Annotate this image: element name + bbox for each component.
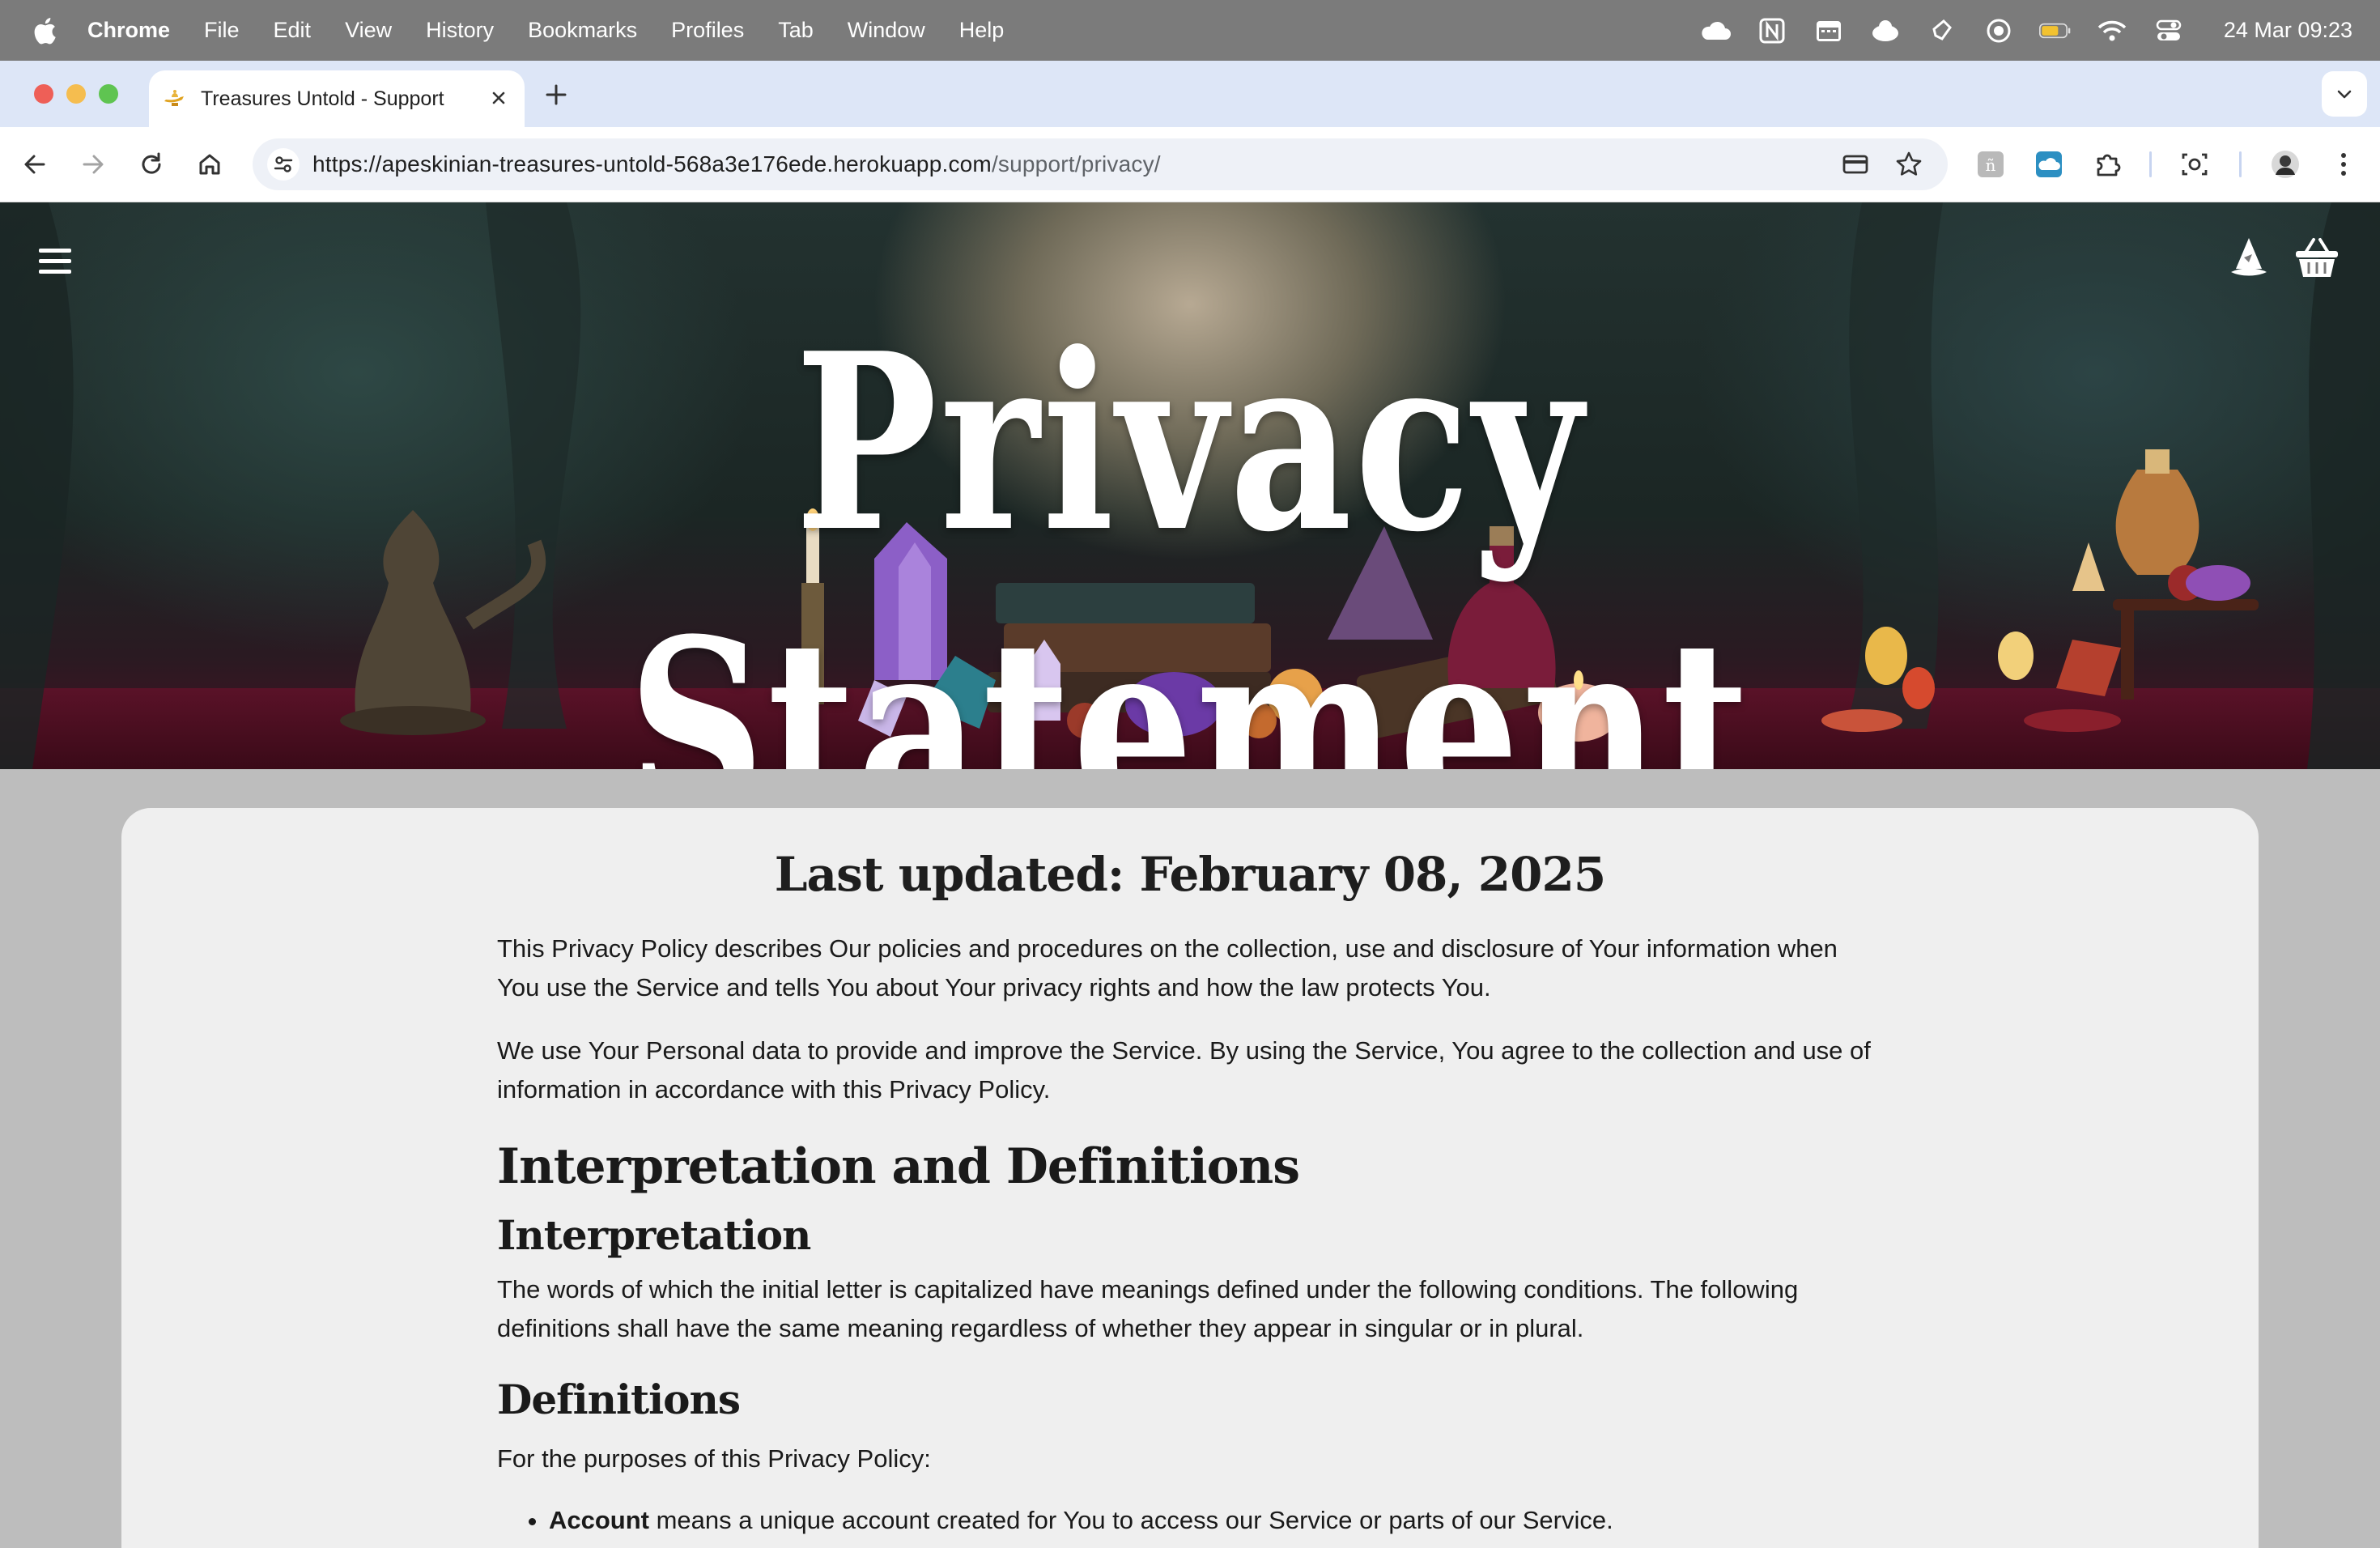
cloud-sync-icon[interactable]: [1869, 17, 1902, 45]
menu-profiles[interactable]: Profiles: [671, 18, 744, 43]
tab-treasures-untold[interactable]: Treasures Untold - Support: [149, 70, 525, 127]
menu-bookmarks[interactable]: Bookmarks: [528, 18, 637, 43]
bookmark-star-icon[interactable]: [1893, 148, 1925, 181]
notion-icon[interactable]: [1756, 17, 1788, 45]
list-item: Account means a unique account created f…: [549, 1501, 1883, 1540]
reload-icon[interactable]: [136, 149, 167, 180]
site-info-icon[interactable]: [267, 148, 300, 181]
url-text[interactable]: https://apeskinian-treasures-untold-568a…: [312, 151, 1161, 177]
interpretation-heading: Interpretation: [497, 1211, 811, 1259]
home-icon[interactable]: [194, 149, 225, 180]
interpretation-definitions-heading: Interpretation and Definitions: [497, 1138, 1300, 1195]
address-bar[interactable]: https://apeskinian-treasures-untold-568a…: [253, 138, 1948, 190]
lamp-favicon-icon: [164, 90, 184, 106]
wifi-icon[interactable]: [2096, 17, 2128, 45]
apple-icon[interactable]: [32, 17, 57, 45]
menu-clock[interactable]: 24 Mar 09:23: [2224, 18, 2352, 43]
hand-icon[interactable]: [1926, 17, 1958, 45]
privacy-content-card: Last updated: February 08, 2025 This Pri…: [121, 808, 2259, 1548]
focus-icon[interactable]: [1983, 17, 2015, 45]
svg-text:ñ: ñ: [1986, 155, 1996, 175]
screenshot-lens-icon[interactable]: [2179, 149, 2210, 180]
tab-title: Treasures Untold - Support: [201, 87, 444, 110]
privacy-content: Last updated: February 08, 2025 This Pri…: [497, 808, 1883, 1540]
calendar-icon[interactable]: [1813, 17, 1845, 45]
window-minimize-button[interactable]: [66, 84, 86, 104]
browser-tab-strip: Treasures Untold - Support: [0, 61, 2380, 127]
toolbar-separator: [2149, 151, 2152, 177]
profile-avatar[interactable]: [2270, 149, 2301, 180]
battery-icon: [2038, 17, 2072, 45]
intro-paragraph-2: We use Your Personal data to provide and…: [497, 1036, 1871, 1104]
extensions-puzzle-icon[interactable]: [2092, 149, 2123, 180]
shopping-basket-icon[interactable]: [2294, 236, 2340, 279]
hero-title: Privacy Statement: [627, 300, 1753, 769]
menu-file[interactable]: File: [204, 18, 240, 43]
forward-arrow-icon[interactable]: [78, 149, 108, 180]
new-tab-icon[interactable]: [542, 81, 570, 108]
url-path: /support/privacy/: [991, 151, 1161, 176]
intro-paragraph-1: This Privacy Policy describes Our polici…: [497, 934, 1838, 1002]
interpretation-paragraph: The words of which the initial letter is…: [497, 1275, 1799, 1342]
browser-toolbar: https://apeskinian-treasures-untold-568a…: [0, 127, 2380, 202]
window-close-button[interactable]: [34, 84, 53, 104]
hero-banner: Privacy Statement: [0, 202, 2380, 769]
control-center-icon[interactable]: [2153, 17, 2185, 45]
tab-search-button[interactable]: [2322, 71, 2367, 117]
extension-grey-icon[interactable]: ñ: [1975, 149, 2006, 180]
definitions-intro: For the purposes of this Privacy Policy:: [497, 1444, 931, 1473]
menu-app-name[interactable]: Chrome: [87, 18, 170, 43]
url-host: https://apeskinian-treasures-untold-568a…: [312, 151, 992, 176]
menu-history[interactable]: History: [426, 18, 494, 43]
extension-cloud-icon[interactable]: [2034, 149, 2064, 180]
hamburger-menu-icon[interactable]: [37, 245, 73, 278]
wizard-hat-icon[interactable]: [2228, 236, 2270, 279]
cloud-icon[interactable]: [1699, 17, 1732, 45]
macos-menu-bar: Chrome File Edit View History Bookmarks …: [0, 0, 2380, 61]
tab-close-icon[interactable]: [487, 87, 510, 109]
menu-window[interactable]: Window: [848, 18, 925, 43]
last-updated-heading: Last updated: February 08, 2025: [774, 847, 1606, 902]
definition-term: Account: [549, 1506, 649, 1534]
toolbar-separator: [2239, 151, 2242, 177]
menu-edit[interactable]: Edit: [274, 18, 312, 43]
definitions-heading: Definitions: [497, 1376, 741, 1423]
web-page: Privacy Statement Last updated: February…: [0, 202, 2380, 1548]
menu-view[interactable]: View: [345, 18, 392, 43]
back-arrow-icon[interactable]: [19, 149, 50, 180]
menu-tab[interactable]: Tab: [778, 18, 814, 43]
card-icon[interactable]: [1839, 148, 1872, 181]
window-zoom-button[interactable]: [99, 84, 118, 104]
more-menu-icon[interactable]: [2328, 149, 2359, 180]
definitions-list: Account means a unique account created f…: [497, 1501, 1883, 1540]
chevron-down-icon: [2337, 90, 2352, 99]
menu-help[interactable]: Help: [959, 18, 1005, 43]
definition-text: means a unique account created for You t…: [649, 1506, 1613, 1534]
